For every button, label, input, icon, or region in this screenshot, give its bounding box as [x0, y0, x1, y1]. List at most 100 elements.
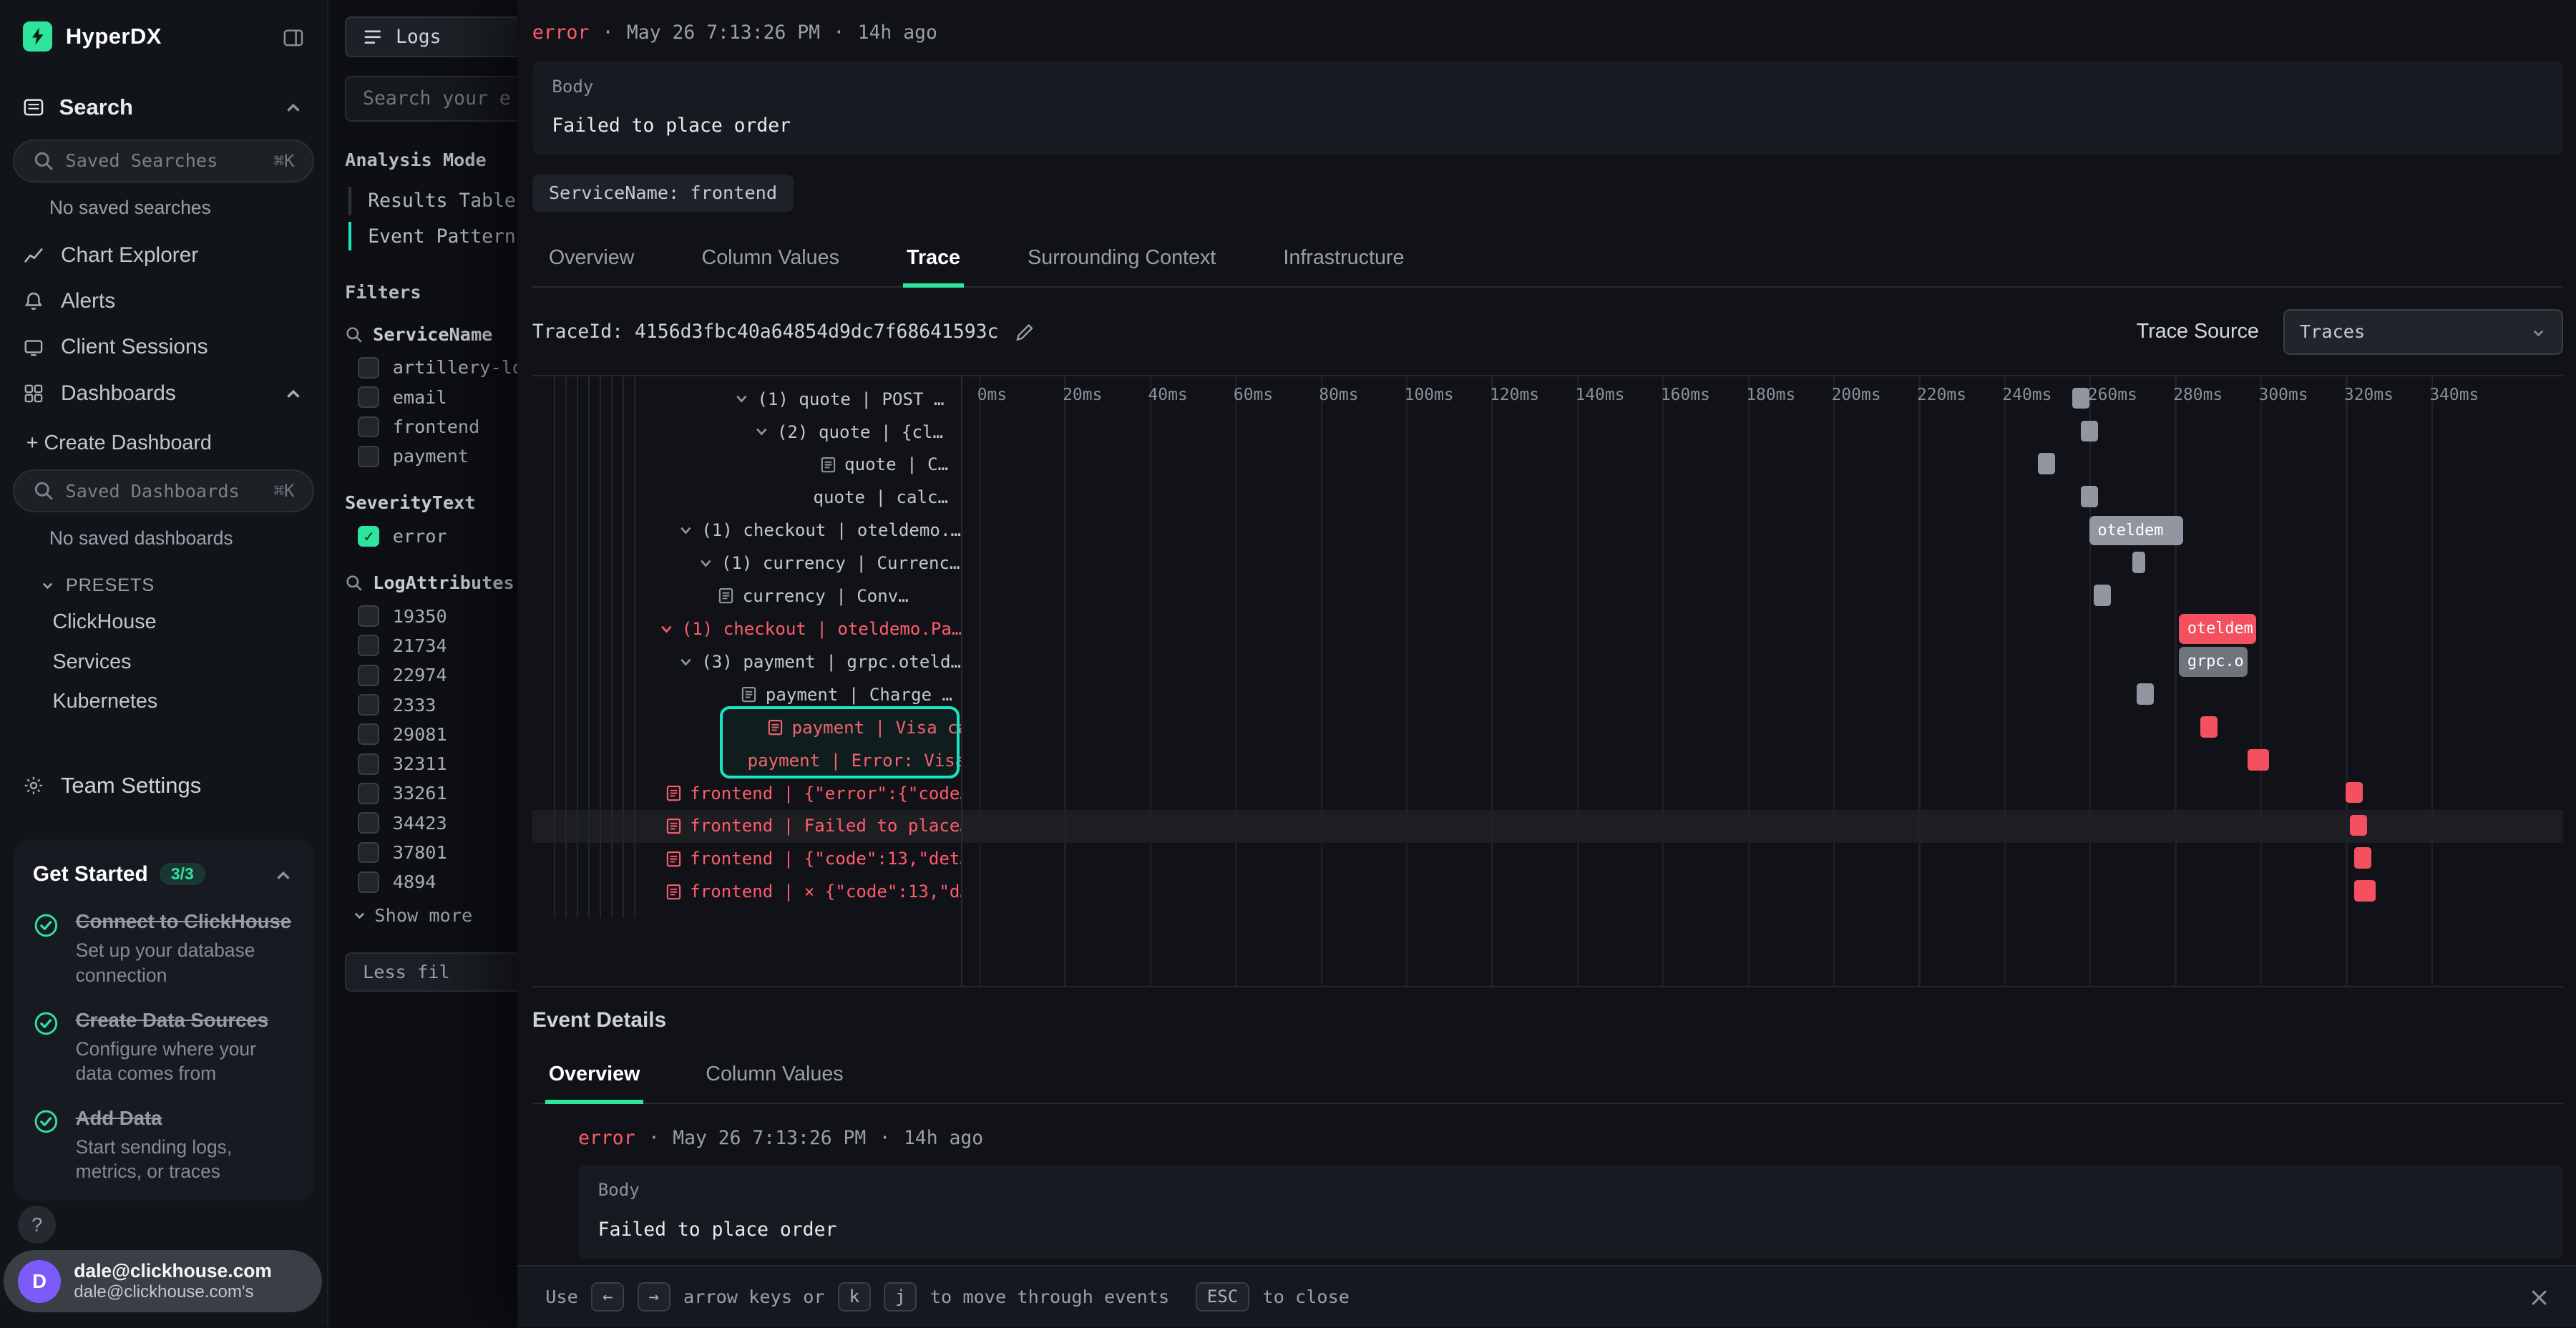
tab-overview[interactable]: Overview — [549, 235, 635, 286]
sidebar-item-chart-explorer[interactable]: Chart Explorer — [0, 233, 327, 278]
grid-line — [2004, 376, 2006, 986]
span-tree-row[interactable]: frontend | × {"code":13,"d… — [532, 875, 961, 908]
preset-item-services[interactable]: Services — [0, 643, 327, 682]
severity-label: error — [532, 21, 589, 44]
span-tree-row[interactable]: (1) quote | POST … — [532, 383, 961, 416]
trace-source-select[interactable]: Traces — [2283, 309, 2562, 355]
checkbox[interactable] — [358, 872, 379, 893]
tab-column-values[interactable]: Column Values — [702, 235, 839, 286]
user-card[interactable]: D dale@clickhouse.com dale@clickhouse.co… — [4, 1250, 322, 1312]
sidebar-collapse-icon[interactable] — [283, 21, 304, 52]
checkbox[interactable] — [358, 723, 379, 745]
get-started-step[interactable]: Add Data Start sending logs, metrics, or… — [33, 1107, 294, 1184]
search-section-label: Search — [59, 94, 133, 120]
kbd-k: k — [838, 1282, 871, 1312]
checkbox[interactable] — [358, 842, 379, 864]
tab-infrastructure[interactable]: Infrastructure — [1283, 235, 1404, 286]
span-tree-row[interactable]: (3) payment | grpc.oteld… — [532, 645, 961, 678]
span-tree-row[interactable]: frontend | {"error":{"code… — [532, 777, 961, 810]
get-started-step[interactable]: Create Data Sources Configure where your… — [33, 1009, 294, 1086]
checkbox[interactable]: ✓ — [358, 526, 379, 547]
checkbox[interactable] — [358, 446, 379, 467]
service-name-tag[interactable]: ServiceName: frontend — [532, 175, 794, 212]
span-tree-row[interactable]: (2) quote | {cl… — [532, 416, 961, 449]
search-section-header[interactable]: Search — [0, 78, 327, 137]
span-bar[interactable] — [2248, 749, 2269, 771]
chevron-up-icon[interactable] — [283, 94, 304, 120]
chevron-up-icon[interactable] — [273, 859, 294, 889]
search-icon — [33, 480, 54, 502]
grid-line — [2089, 376, 2091, 986]
tab-ed-column-values[interactable]: Column Values — [706, 1051, 843, 1103]
trace-source-label: Trace Source — [2137, 320, 2259, 343]
timeline-tick-label: 220ms — [1917, 386, 1966, 404]
checkbox[interactable] — [358, 605, 379, 627]
span-bar[interactable] — [2132, 552, 2145, 573]
sidebar-item-dashboards[interactable]: Dashboards — [0, 371, 327, 416]
span-tree-row[interactable]: (1) checkout | oteldemo.… — [532, 514, 961, 547]
span-tree-row[interactable]: quote | C… — [532, 449, 961, 482]
gear-icon — [23, 775, 44, 796]
checkbox[interactable] — [358, 416, 379, 438]
span-bar[interactable]: grpc.o — [2179, 647, 2248, 676]
grid-line — [1321, 376, 1322, 986]
span-tree-row[interactable]: (1) checkout | oteldemo.Pa… — [532, 612, 961, 645]
no-saved-searches-note: No saved searches — [0, 182, 327, 233]
saved-dashboards-input[interactable]: Saved Dashboards ⌘K — [13, 469, 313, 512]
span-bar[interactable] — [2081, 486, 2098, 507]
tab-trace[interactable]: Trace — [907, 235, 960, 286]
span-bar[interactable] — [2094, 585, 2111, 606]
get-started-step[interactable]: Connect to ClickHouse Set up your databa… — [33, 910, 294, 987]
check-circle-icon — [33, 912, 59, 939]
grid-line — [1662, 376, 1664, 986]
preset-item-clickhouse[interactable]: ClickHouse — [0, 602, 327, 642]
span-bar[interactable] — [2354, 847, 2371, 869]
span-tree-row[interactable]: payment | Charge … — [532, 678, 961, 711]
presets-toggle[interactable]: PRESETS — [0, 562, 327, 603]
grid-line — [1150, 376, 1151, 986]
span-tree-row[interactable]: (1) currency | Currenc… — [532, 547, 961, 580]
logs-icon — [363, 27, 383, 47]
chevron-up-icon[interactable] — [283, 381, 304, 406]
timeline-tick-label: 0ms — [977, 386, 1007, 404]
checkbox[interactable] — [358, 812, 379, 834]
preset-item-kubernetes[interactable]: Kubernetes — [0, 682, 327, 721]
span-tree-pane: (1) quote | POST …(2) quote | {cl…quote … — [532, 376, 961, 986]
create-dashboard-button[interactable]: + Create Dashboard — [0, 416, 327, 467]
span-bar[interactable] — [2346, 782, 2363, 804]
checkbox[interactable] — [358, 665, 379, 686]
span-tree-row[interactable]: payment | Error: Visa… — [532, 744, 961, 777]
timeline-tick-label: 120ms — [1490, 386, 1539, 404]
close-icon[interactable] — [2530, 1286, 2548, 1307]
checkbox[interactable] — [358, 753, 379, 775]
help-button[interactable]: ? — [18, 1206, 56, 1244]
span-tree-row[interactable]: payment | Visa ca… — [532, 711, 961, 744]
span-bar[interactable] — [2200, 716, 2218, 738]
span-bar[interactable] — [2038, 453, 2055, 474]
event-details-header: error · May 26 7:13:26 PM · 14h ago — [532, 1104, 2563, 1166]
span-bar[interactable]: oteldem — [2089, 516, 2183, 545]
span-bar[interactable] — [2137, 683, 2154, 705]
span-tree-row[interactable]: quote | calc… — [532, 481, 961, 514]
span-bar[interactable] — [2350, 815, 2367, 836]
edit-pencil-icon[interactable] — [1015, 321, 1035, 343]
checkbox[interactable] — [358, 386, 379, 408]
sidebar-item-client-sessions[interactable]: Client Sessions — [0, 324, 327, 370]
span-bar[interactable] — [2072, 388, 2089, 409]
team-settings-button[interactable]: Team Settings — [0, 758, 327, 813]
span-bar[interactable] — [2354, 880, 2376, 902]
span-tree-row[interactable]: frontend | Failed to place… — [532, 810, 961, 843]
tab-ed-overview[interactable]: Overview — [549, 1051, 640, 1103]
checkbox[interactable] — [358, 635, 379, 656]
span-bar[interactable] — [2081, 421, 2098, 442]
sidebar-item-alerts[interactable]: Alerts — [0, 278, 327, 324]
span-bar[interactable]: oteldem — [2179, 614, 2255, 643]
span-tree-row[interactable]: frontend | {"code":13,"det… — [532, 842, 961, 875]
tab-surrounding-context[interactable]: Surrounding Context — [1028, 235, 1216, 286]
timeline-tick-label: 160ms — [1661, 386, 1710, 404]
checkbox[interactable] — [358, 357, 379, 379]
checkbox[interactable] — [358, 694, 379, 716]
saved-searches-input[interactable]: Saved Searches ⌘K — [13, 140, 313, 182]
span-tree-row[interactable]: currency | Conv… — [532, 580, 961, 612]
checkbox[interactable] — [358, 783, 379, 804]
